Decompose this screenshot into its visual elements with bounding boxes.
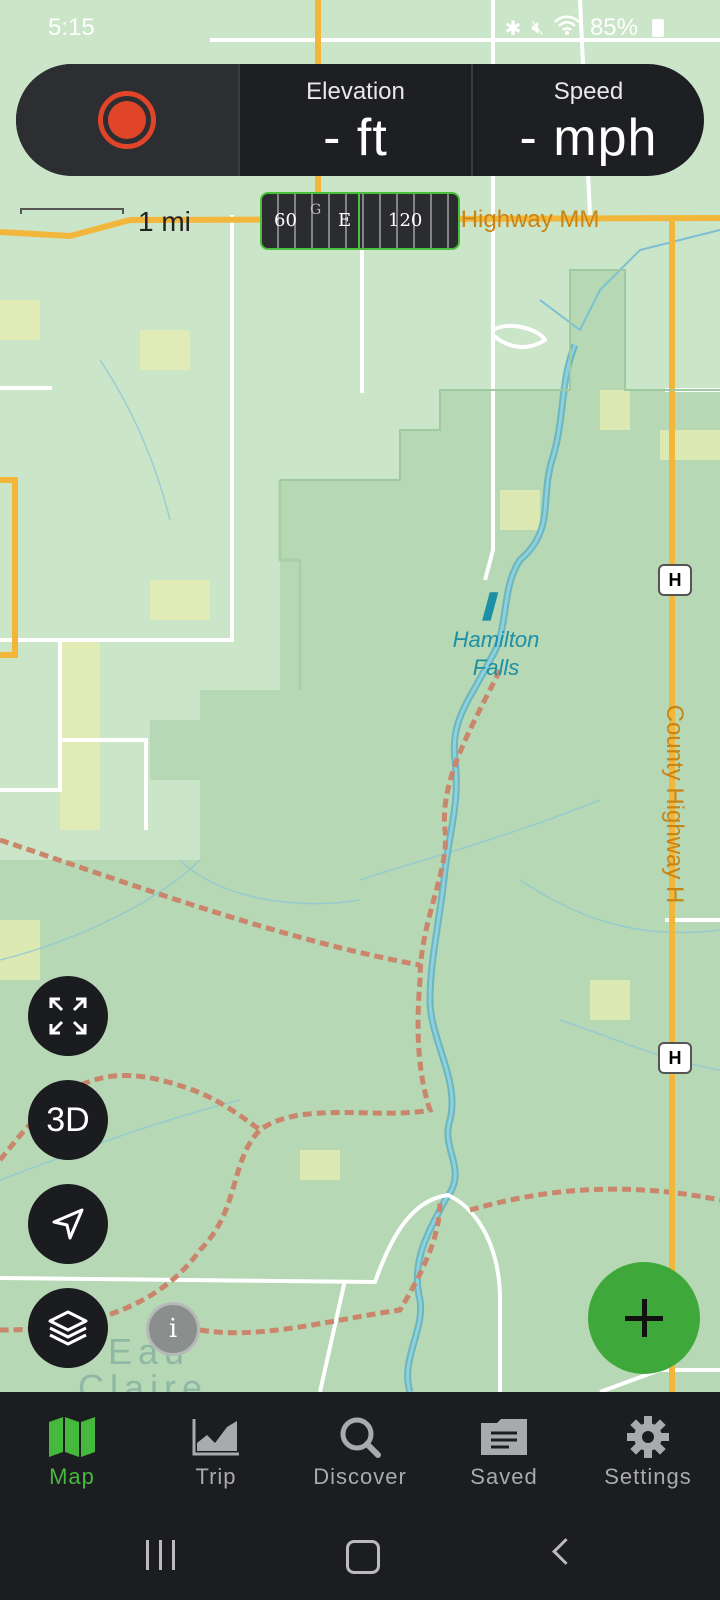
add-button[interactable]: [588, 1262, 700, 1374]
compass-center: E: [338, 210, 352, 231]
trip-chart-icon: [191, 1410, 241, 1464]
tracking-panel: Elevation - ft Speed - mph: [16, 64, 704, 176]
status-time: 5:15: [48, 14, 95, 41]
speed-label: Speed: [553, 78, 624, 105]
status-icons: ✱ 🔇︎ 85%: [505, 14, 664, 42]
3d-button[interactable]: 3D: [28, 1080, 108, 1160]
waterfall-label-line2: Falls: [472, 655, 520, 680]
compass-left: 60: [274, 210, 297, 231]
waterfall-label[interactable]: Hamilton Falls: [446, 626, 546, 682]
bluetooth-icon: ✱: [504, 17, 522, 40]
status-bar: 5:15 ✱ 🔇︎ 85%: [0, 0, 720, 60]
tab-saved[interactable]: Saved: [432, 1392, 576, 1512]
scale-bar: [20, 208, 124, 214]
home-icon[interactable]: [346, 1540, 380, 1574]
speed-stat: Speed - mph: [471, 64, 704, 176]
compass-right: 120: [388, 210, 423, 231]
compass-strip[interactable]: 60 G E 120: [260, 192, 460, 250]
place-label-line2: Claire: [78, 1367, 209, 1393]
info-icon: i: [168, 1314, 178, 1344]
highway-shield-label: H: [668, 569, 682, 590]
highway-shield: H: [658, 1042, 692, 1074]
bottom-navigation: Map Trip Discover Saved Settings: [0, 1392, 720, 1512]
tab-saved-label: Saved: [470, 1464, 538, 1489]
tab-trip-label: Trip: [195, 1464, 237, 1489]
record-icon: [98, 91, 156, 149]
wifi-icon: [554, 14, 580, 42]
mute-icon: 🔇︎: [531, 16, 544, 39]
compass-needle: [358, 194, 360, 248]
scale-label: 1 mi: [138, 206, 191, 237]
compass-marker: G: [310, 202, 322, 218]
elevation-stat: Elevation - ft: [238, 64, 471, 176]
battery-percent: 85%: [589, 14, 638, 41]
tab-settings-label: Settings: [604, 1464, 692, 1489]
layers-icon: [48, 1310, 88, 1346]
elevation-value: - ft: [323, 109, 388, 167]
layers-button[interactable]: [28, 1288, 108, 1368]
locate-button[interactable]: [28, 1184, 108, 1264]
record-button[interactable]: [16, 64, 238, 176]
recents-icon[interactable]: [146, 1540, 178, 1570]
3d-button-label: 3D: [46, 1100, 90, 1139]
tab-discover-label: Discover: [313, 1464, 407, 1489]
highway-shield-label: H: [668, 1047, 682, 1068]
search-icon: [338, 1410, 382, 1464]
map-info-button[interactable]: i: [146, 1302, 200, 1356]
highway-shield: H: [658, 564, 692, 596]
tab-map-label: Map: [49, 1464, 95, 1489]
battery-icon: [652, 19, 664, 37]
tab-settings[interactable]: Settings: [576, 1392, 720, 1512]
map-icon: [47, 1410, 97, 1464]
tab-trip[interactable]: Trip: [144, 1392, 288, 1512]
waterfall-label-line1: Hamilton: [452, 627, 540, 652]
road-label-right: County Highway H: [661, 704, 688, 904]
gear-icon: [626, 1410, 670, 1464]
saved-folder-icon: [479, 1410, 529, 1464]
elevation-label: Elevation: [306, 78, 405, 105]
back-icon[interactable]: [552, 1538, 579, 1565]
speed-value: - mph: [519, 109, 658, 167]
tab-discover[interactable]: Discover: [288, 1392, 432, 1512]
navigation-arrow-icon: [52, 1208, 84, 1240]
fullscreen-button[interactable]: [28, 976, 108, 1056]
tab-map[interactable]: Map: [0, 1392, 144, 1512]
expand-icon: [49, 997, 87, 1035]
system-navigation-bar: [0, 1512, 720, 1600]
